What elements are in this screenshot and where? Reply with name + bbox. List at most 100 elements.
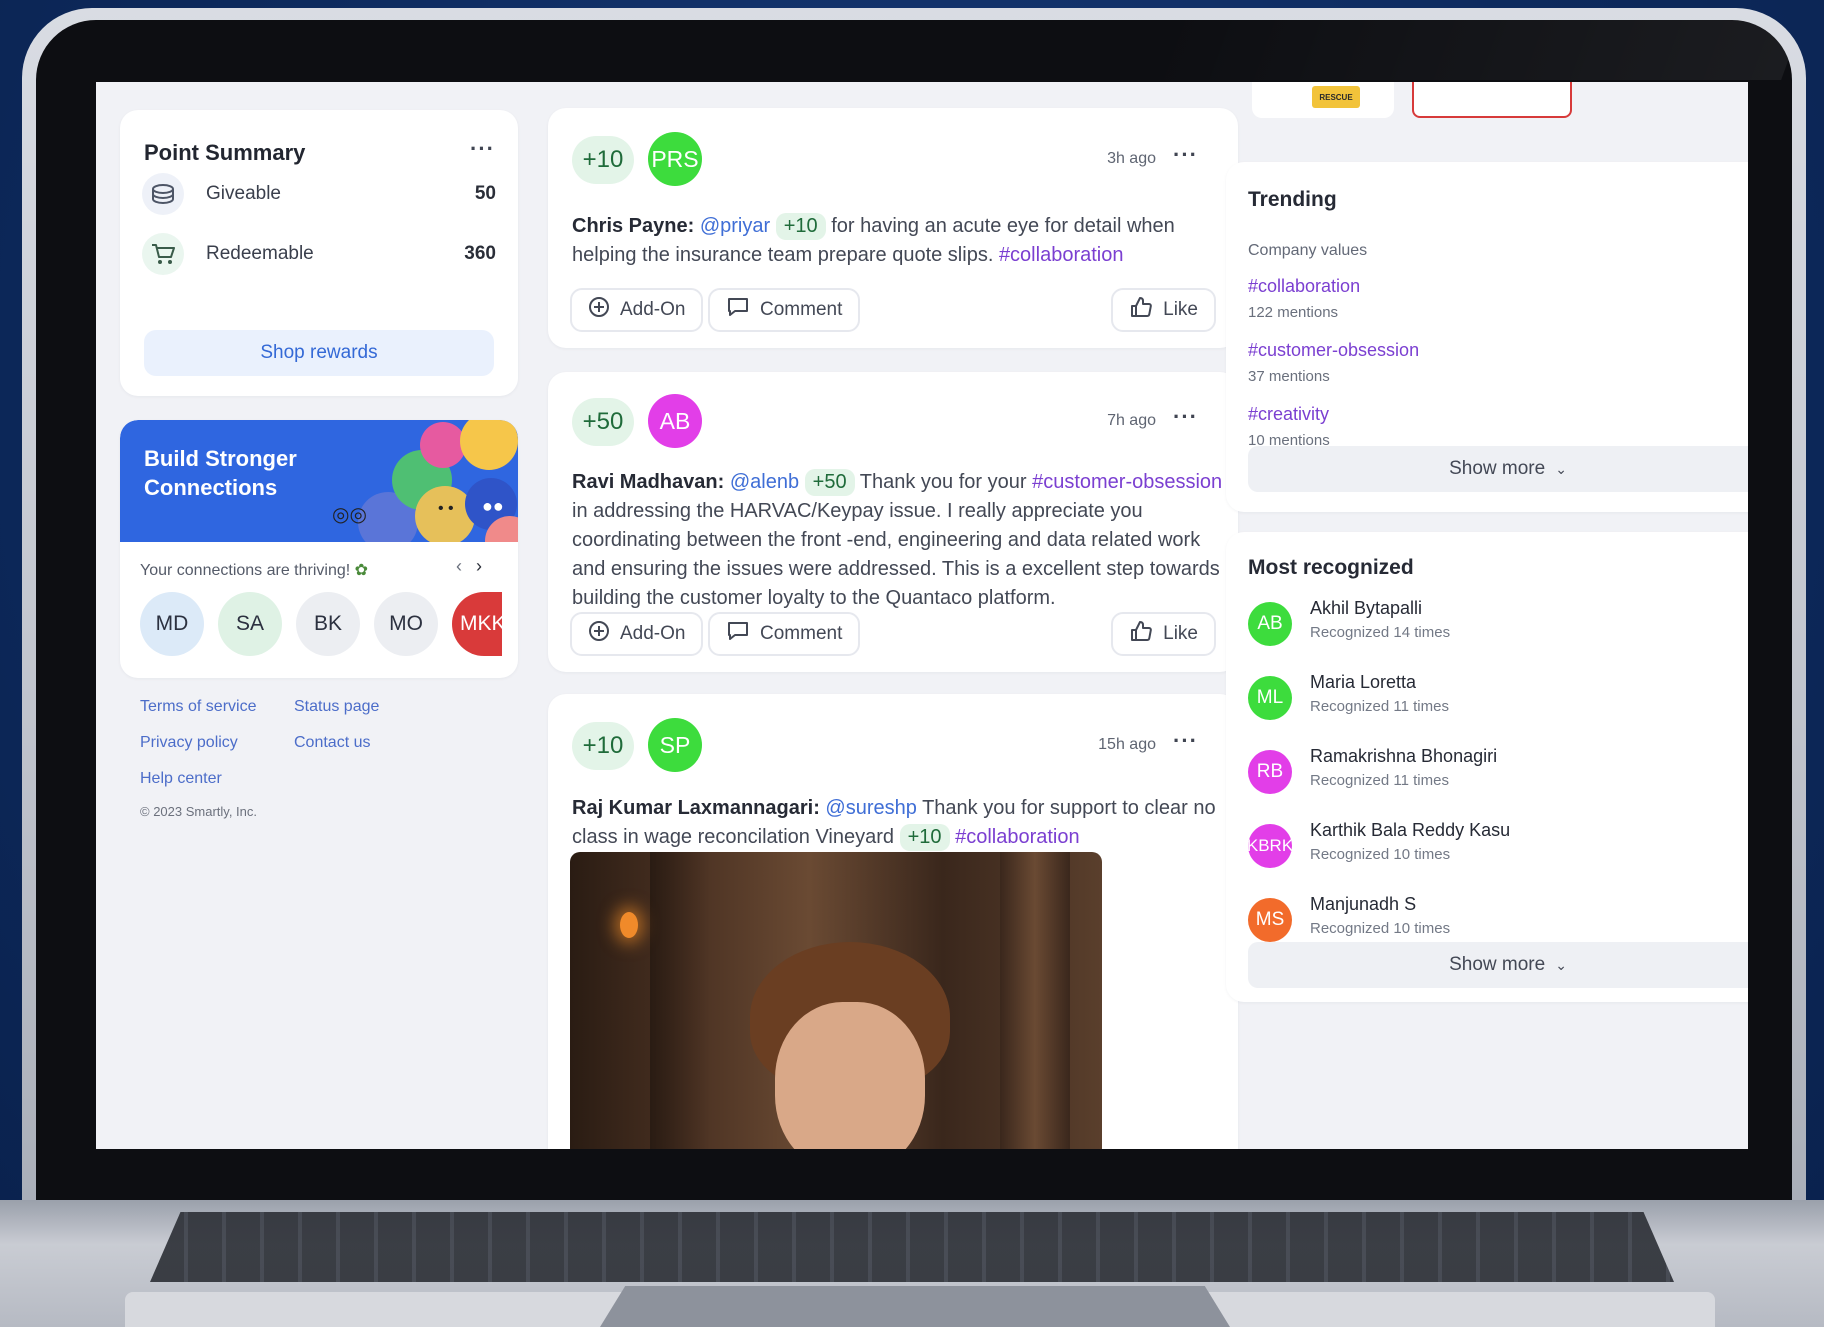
avatar[interactable]: SA xyxy=(218,592,282,656)
redeemable-label: Redeemable xyxy=(206,243,314,264)
app-screen: RESCUE Point Summary ··· Giveable 50 Red… xyxy=(96,82,1748,1149)
post-body: Chris Payne: @priyar +10 for having an a… xyxy=(572,212,1222,270)
most-recognized-card: Most recognized AB Akhil Bytapalli Recog… xyxy=(1226,532,1748,1002)
thumbs-up-icon xyxy=(1129,620,1153,648)
more-options-icon[interactable]: ··· xyxy=(1173,404,1198,430)
point-summary-title: Point Summary xyxy=(144,140,306,165)
comment-icon xyxy=(726,620,750,648)
more-options-icon[interactable]: ··· xyxy=(470,136,495,162)
trending-card: Trending Company values #collaboration 1… xyxy=(1226,162,1748,512)
trending-tag[interactable]: #customer-obsession xyxy=(1248,340,1419,361)
mention-link[interactable]: @sureshp xyxy=(825,797,916,819)
trending-subtitle: Company values xyxy=(1248,242,1368,259)
rescue-logo: RESCUE xyxy=(1312,86,1360,108)
mention-link[interactable]: @priyar xyxy=(700,215,770,237)
trending-show-more-button[interactable]: Show more ⌄ xyxy=(1248,446,1748,492)
connections-subtitle: Your connections are thriving! ✿ xyxy=(140,562,369,579)
giveable-value: 50 xyxy=(474,183,496,204)
avatar[interactable]: MO xyxy=(374,592,438,656)
points-badge: +10 xyxy=(572,136,634,184)
privacy-link[interactable]: Privacy policy xyxy=(140,734,238,752)
giveable-row: Giveable 50 xyxy=(142,172,496,216)
comment-button[interactable]: Comment xyxy=(708,612,861,656)
add-on-button[interactable]: Add-On xyxy=(570,288,704,332)
shop-rewards-button[interactable]: Shop rewards xyxy=(144,330,494,376)
point-summary-card: Point Summary ··· Giveable 50 Redeemable… xyxy=(120,110,518,396)
like-button[interactable]: Like xyxy=(1111,288,1216,332)
post-author[interactable]: Ravi Madhavan: xyxy=(572,471,724,493)
trending-title: Trending xyxy=(1248,188,1337,211)
trackpad xyxy=(600,1286,1230,1327)
carousel-card xyxy=(1412,82,1572,118)
redeemable-row: Redeemable 360 xyxy=(142,232,496,276)
avatar: KBRK xyxy=(1248,824,1292,868)
list-item[interactable]: RB Ramakrishna Bhonagiri Recognized 11 t… xyxy=(1248,746,1728,806)
feed-post: +50 AB 7h ago ··· Ravi Madhavan: @alenb … xyxy=(548,372,1238,672)
most-recognized-show-more-button[interactable]: Show more ⌄ xyxy=(1248,942,1748,988)
redeemable-value: 360 xyxy=(464,243,496,264)
help-link[interactable]: Help center xyxy=(140,770,222,788)
avatar[interactable]: BK xyxy=(296,592,360,656)
post-image[interactable] xyxy=(570,852,1102,1149)
status-link[interactable]: Status page xyxy=(294,698,379,716)
recognition-count: Recognized 11 times xyxy=(1310,772,1449,789)
avatar[interactable]: MKK xyxy=(452,592,502,656)
person-name: Maria Loretta xyxy=(1310,672,1417,692)
post-time: 3h ago xyxy=(1107,150,1156,167)
person-name: Karthik Bala Reddy Kasu xyxy=(1310,820,1511,840)
mention-count: 122 mentions xyxy=(1248,304,1339,321)
post-time: 7h ago xyxy=(1107,412,1156,429)
list-item[interactable]: ML Maria Loretta Recognized 11 times xyxy=(1248,672,1728,732)
more-options-icon[interactable]: ··· xyxy=(1173,728,1198,754)
feed-post: +10 SP 15h ago ··· Raj Kumar Laxmannagar… xyxy=(548,694,1238,1149)
inline-points: +10 xyxy=(775,213,826,240)
hashtag-link[interactable]: #collaboration xyxy=(955,826,1080,848)
copyright: © 2023 Smartly, Inc. xyxy=(140,804,257,819)
post-body: Raj Kumar Laxmannagari: @sureshp Thank y… xyxy=(572,794,1232,852)
recognition-count: Recognized 10 times xyxy=(1310,846,1451,863)
person-name: Akhil Bytapalli xyxy=(1310,598,1423,618)
points-badge: +10 xyxy=(572,722,634,770)
post-author[interactable]: Chris Payne: xyxy=(572,215,694,237)
connections-card: Build Stronger Connections ◎◎ • • ●● You… xyxy=(120,420,518,678)
person-name: Ramakrishna Bhonagiri xyxy=(1310,746,1498,766)
chevron-right-icon[interactable]: › xyxy=(476,556,496,576)
list-item[interactable]: AB Akhil Bytapalli Recognized 14 times xyxy=(1248,598,1728,658)
inline-points: +50 xyxy=(804,469,855,496)
post-author[interactable]: Raj Kumar Laxmannagari: xyxy=(572,797,820,819)
post-text: Thank you for your xyxy=(854,471,1033,493)
cart-icon xyxy=(142,233,184,275)
add-on-button[interactable]: Add-On xyxy=(570,612,704,656)
recognition-count: Recognized 11 times xyxy=(1310,698,1449,715)
post-text: in addressing the HARVAC/Keypay issue. I… xyxy=(572,500,1220,609)
person-name: Manjunadh S xyxy=(1310,894,1417,914)
most-recognized-title: Most recognized xyxy=(1248,556,1414,579)
avatar: MS xyxy=(1248,898,1292,942)
comment-icon xyxy=(726,296,750,324)
thumbs-up-icon xyxy=(1129,296,1153,324)
mention-count: 37 mentions xyxy=(1248,368,1330,385)
contact-link[interactable]: Contact us xyxy=(294,734,370,752)
avatar: AB xyxy=(1248,602,1292,646)
avatar: RB xyxy=(1248,750,1292,794)
chevron-left-icon[interactable]: ‹ xyxy=(456,556,476,576)
avatar[interactable]: SP xyxy=(648,718,702,772)
hashtag-link[interactable]: #customer-obsession xyxy=(1032,471,1222,493)
more-options-icon[interactable]: ··· xyxy=(1173,142,1198,168)
trending-tag[interactable]: #creativity xyxy=(1248,404,1329,425)
terms-link[interactable]: Terms of service xyxy=(140,698,256,716)
connections-title: Build Stronger Connections xyxy=(144,446,297,500)
avatar: ML xyxy=(1248,676,1292,720)
avatar[interactable]: MD xyxy=(140,592,204,656)
avatar[interactable]: PRS xyxy=(648,132,702,186)
connections-avatars: MD SA BK MO MKK xyxy=(140,592,502,656)
plus-circle-icon xyxy=(588,620,610,648)
mention-link[interactable]: @alenb xyxy=(730,471,799,493)
trending-tag[interactable]: #collaboration xyxy=(1248,276,1360,297)
like-button[interactable]: Like xyxy=(1111,612,1216,656)
connections-banner: Build Stronger Connections ◎◎ • • ●● xyxy=(120,420,518,542)
hashtag-link[interactable]: #collaboration xyxy=(999,244,1124,266)
avatar[interactable]: AB xyxy=(648,394,702,448)
list-item[interactable]: KBRK Karthik Bala Reddy Kasu Recognized … xyxy=(1248,820,1728,880)
comment-button[interactable]: Comment xyxy=(708,288,861,332)
